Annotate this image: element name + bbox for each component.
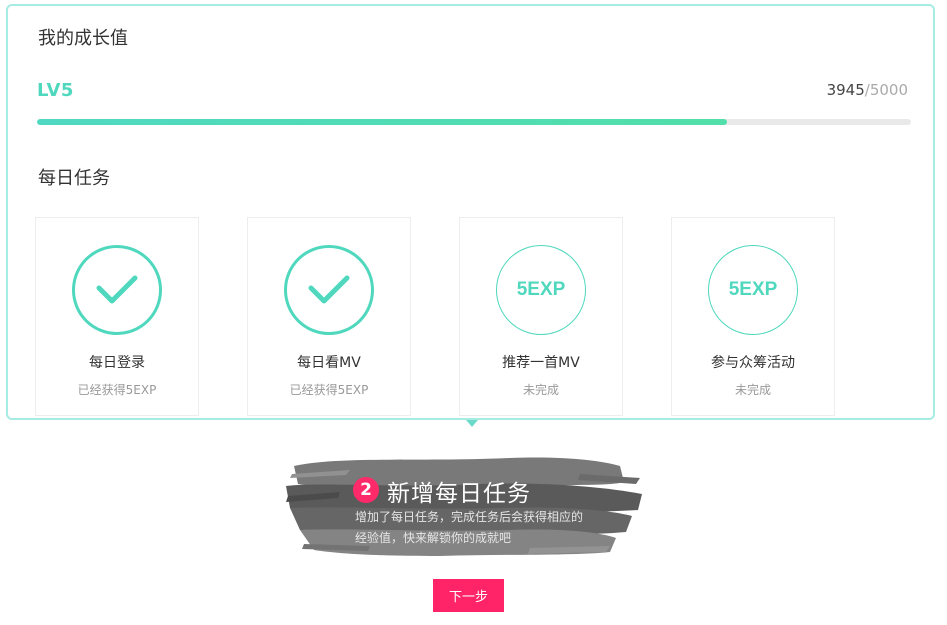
task-card-crowdfunding: 5EXP 参与众筹活动 未完成 [671,217,835,416]
checkmark-icon [96,275,138,304]
task-status: 未完成 [522,383,559,397]
task-name: 每日看MV [297,355,361,371]
exp-progress-fill [37,119,727,125]
exp-current: 3945 [826,81,865,99]
task-card-recommend-mv: 5EXP 推荐一首MV 未完成 [459,217,623,416]
checkmark-icon [308,275,350,304]
task-name: 参与众筹活动 [711,355,795,371]
exp-total: /5000 [864,81,908,99]
task-done-circle [284,245,374,335]
task-done-circle [72,245,162,335]
step-number-badge: 2 [353,477,379,503]
growth-panel: 我的成长值 LV5 3945/5000 每日任务 每日登录 已经获得5EXP 每… [6,4,935,420]
task-status: 已经获得5EXP [289,383,369,397]
task-status: 未完成 [734,383,771,397]
task-reward-circle: 5EXP [496,245,586,335]
task-reward-circle: 5EXP [708,245,798,335]
level-label: LV5 [37,80,74,101]
exp-progress-bar [37,119,911,125]
growth-title: 我的成长值 [38,28,128,49]
task-card-daily-login: 每日登录 已经获得5EXP [35,217,199,416]
task-name: 每日登录 [89,355,145,371]
task-reward: 5EXP [728,279,778,300]
task-reward: 5EXP [516,279,566,300]
task-name: 推荐一首MV [502,355,580,371]
task-card-watch-mv: 每日看MV 已经获得5EXP [247,217,411,416]
guide-description: 增加了每日任务，完成任务后会获得相应的 经验值，快来解锁你的成就吧 [355,507,595,549]
exp-score: 3945/5000 [827,81,908,99]
guide-description-line: 增加了每日任务，完成任务后会获得相应的 [355,510,584,524]
task-status: 已经获得5EXP [77,383,157,397]
guide-description-line: 经验值，快来解锁你的成就吧 [355,531,512,545]
panel-pointer-arrow [466,420,478,427]
guide-title: 新增每日任务 [387,481,531,507]
next-step-button[interactable]: 下一步 [433,579,504,612]
daily-tasks-title: 每日任务 [38,168,110,189]
